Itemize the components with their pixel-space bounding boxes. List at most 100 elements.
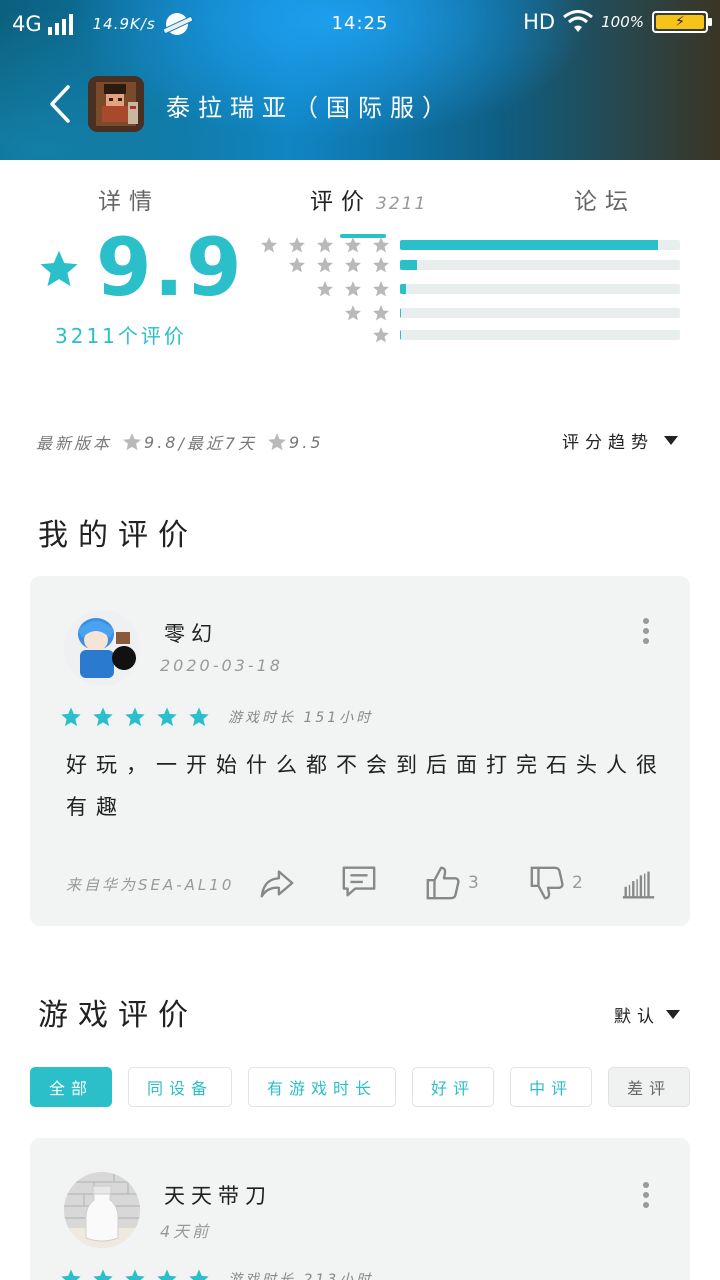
star-icon [317, 257, 333, 273]
average-score: 9.9 [96, 221, 244, 314]
star-icon [125, 707, 145, 726]
device-label: 来自华为SEA-AL10 [66, 876, 235, 894]
star-icon [345, 281, 361, 297]
latest-version-score: 9.8 [144, 432, 179, 452]
tab-reviews-label: 评价 [310, 189, 372, 215]
my-review-card: 零幻 2020-03-18 游戏时长 151小时 好玩，一开始什么都不会到后面打… [30, 576, 690, 926]
game-icon[interactable] [88, 76, 144, 132]
distribution-row-3 [250, 280, 682, 298]
star-icon [317, 281, 333, 297]
tab-bar: 详情 评价 3211 论坛 [0, 172, 720, 238]
chevron-left-icon [50, 85, 70, 123]
star-icon [373, 237, 389, 253]
comment-button[interactable] [340, 862, 378, 900]
share-button[interactable] [258, 864, 296, 902]
like-button[interactable]: 3 [424, 864, 479, 902]
star-icon [40, 250, 78, 287]
distribution-bar [400, 240, 680, 250]
tab-details-label: 详情 [98, 189, 160, 215]
distribution-bar [400, 330, 680, 340]
more-options-icon[interactable] [642, 618, 650, 644]
star-icon [93, 707, 113, 726]
recent-label: /最近7天 [178, 434, 258, 453]
star-icon [373, 327, 389, 343]
filter-chip[interactable]: 中评 [510, 1067, 593, 1107]
tab-forum[interactable]: 论坛 [574, 182, 636, 216]
star-icon [189, 707, 209, 726]
star-icon [93, 1269, 113, 1280]
star-icon [317, 237, 333, 253]
rating-trend-dropdown[interactable]: 评分趋势 [562, 428, 678, 453]
star-icon [345, 237, 361, 253]
filter-chip[interactable]: 差评 [608, 1067, 691, 1107]
star-icon [261, 237, 277, 253]
version-scores: 最新版本 9.8 /最近7天 9.5 评分趋势 [36, 428, 686, 456]
wifi-icon [563, 10, 594, 32]
star-icon [373, 281, 389, 297]
distribution-row-2 [250, 304, 682, 322]
filter-chip[interactable]: 有游戏时长 [248, 1067, 397, 1107]
status-right: HD 100% ⚡ [523, 10, 712, 34]
star-icon [373, 305, 389, 321]
playtime: 游戏时长 213小时 [228, 1272, 374, 1280]
star-icon [123, 433, 141, 451]
review-card: 天天带刀 4天前 游戏时长 213小时 [30, 1138, 690, 1280]
share-icon [260, 870, 294, 898]
star-icon [345, 257, 361, 273]
stats-button[interactable] [620, 864, 658, 902]
filter-chips: 全部 同设备 有游戏时长 好评 中评 差评 [30, 1067, 691, 1107]
recent-score: 9.5 [289, 432, 324, 452]
star-icon [61, 707, 81, 726]
star-icon [289, 237, 305, 253]
user-name[interactable]: 天天带刀 [164, 1180, 272, 1210]
status-bar: 4G 14.9K/s 14:25 HD 100% ⚡ [0, 0, 720, 48]
review-date: 2020-03-18 [160, 656, 283, 675]
my-review-title: 我的评价 [38, 518, 198, 553]
rating-trend-label: 评分趋势 [562, 433, 654, 453]
dislike-count: 2 [572, 873, 583, 893]
battery-icon: ⚡ [652, 11, 712, 33]
star-icon [61, 1269, 81, 1280]
star-icon [373, 257, 389, 273]
star-icon [189, 1269, 209, 1280]
review-stars: 游戏时长 151小时 [60, 706, 373, 728]
avatar[interactable] [64, 610, 140, 686]
star-icon [289, 257, 305, 273]
review-text: 好玩，一开始什么都不会到后面打完石头人很有趣 [66, 753, 666, 819]
distribution-row-1 [250, 326, 682, 344]
star-icon [157, 1269, 177, 1280]
comment-icon [342, 866, 376, 897]
review-date: 4天前 [160, 1222, 212, 1241]
thumbs-up-icon [426, 866, 460, 900]
more-options-icon[interactable] [642, 1182, 650, 1208]
like-count: 3 [468, 873, 479, 893]
distribution-row-4 [250, 256, 682, 274]
app-header: 4G 14.9K/s 14:25 HD 100% ⚡ 泰拉瑞亚（国际服） [0, 0, 720, 160]
playtime: 游戏时长 151小时 [228, 710, 374, 726]
star-icon [268, 433, 286, 451]
tab-details[interactable]: 详情 [98, 182, 160, 216]
latest-version-label: 最新版本 [36, 434, 113, 453]
dislike-button[interactable]: 2 [528, 864, 583, 902]
game-reviews-title: 游戏评价 [38, 998, 198, 1033]
thumbs-down-icon [530, 866, 564, 900]
review-stars: 游戏时长 213小时 [60, 1268, 373, 1280]
bar-chart-icon [622, 871, 655, 899]
star-icon [345, 305, 361, 321]
caret-down-icon [666, 1010, 680, 1019]
caret-down-icon [664, 436, 678, 445]
distribution-bar [400, 260, 680, 270]
avatar[interactable] [64, 1172, 140, 1248]
distribution-bar [400, 308, 680, 318]
star-icon [125, 1269, 145, 1280]
distribution-row-5 [250, 236, 682, 254]
filter-chip[interactable]: 全部 [30, 1067, 113, 1107]
filter-chip[interactable]: 同设备 [128, 1067, 233, 1107]
back-button[interactable] [40, 80, 80, 128]
filter-chip[interactable]: 好评 [412, 1067, 495, 1107]
user-name[interactable]: 零幻 [164, 618, 218, 648]
tab-reviews[interactable]: 评价 3211 [310, 182, 427, 216]
tab-reviews-count: 3211 [376, 194, 428, 214]
sort-dropdown[interactable]: 默认 [614, 1002, 680, 1027]
page-title: 泰拉瑞亚（国际服） [166, 94, 454, 122]
